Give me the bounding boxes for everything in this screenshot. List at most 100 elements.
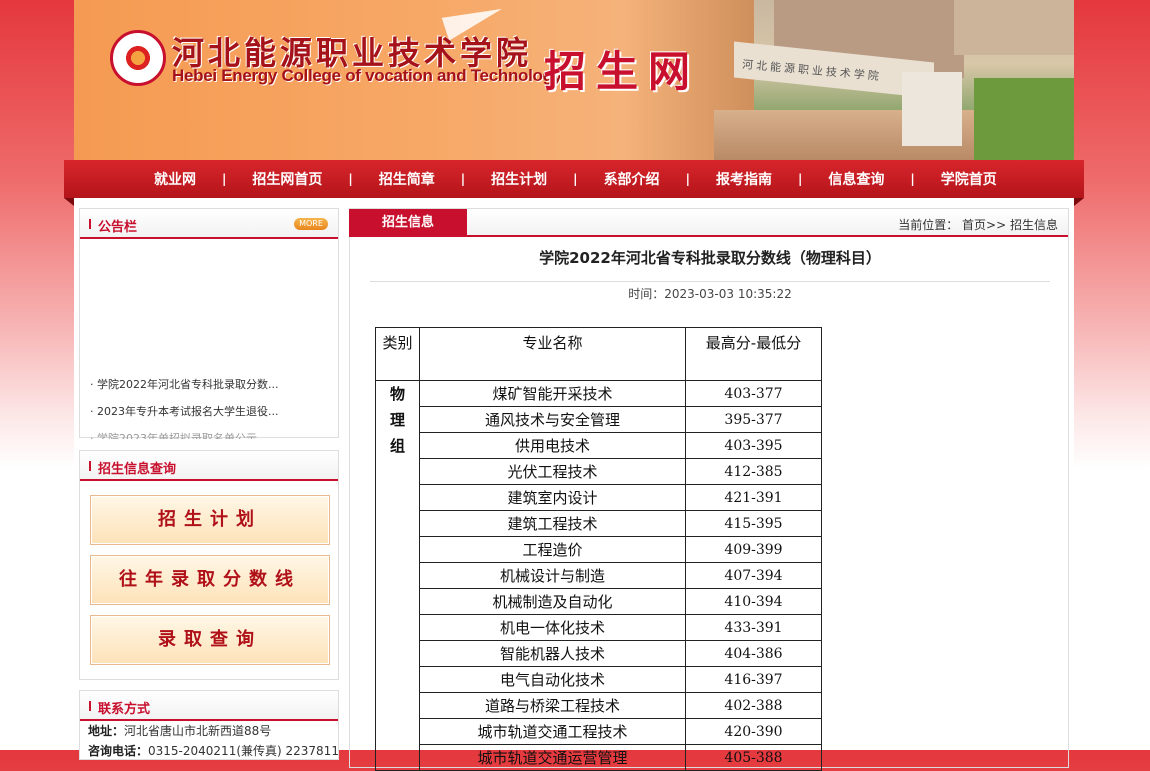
- nav-link[interactable]: 招生计划: [491, 169, 547, 189]
- past-scores-button[interactable]: 往年录取分数线: [90, 555, 330, 605]
- article-title: 学院2022年河北省专科批录取分数线（物理科目）: [539, 249, 881, 267]
- category-char: 物: [389, 385, 405, 403]
- major-cell: 机电一体化技术: [419, 614, 686, 641]
- page: 河北能源职业技术学院 河北能源职业技术学院 Hebei Energy Colle…: [64, 0, 1084, 771]
- notice-header: 公告栏 MORE: [80, 209, 338, 239]
- more-button[interactable]: MORE: [294, 218, 328, 230]
- score-cell: 415-395: [685, 510, 822, 537]
- enrollment-plan-button[interactable]: 招生计划: [90, 495, 330, 545]
- query-header: 招生信息查询: [80, 451, 338, 481]
- query-title: 招生信息查询: [98, 462, 177, 477]
- major-cell: 建筑工程技术: [419, 510, 686, 537]
- table-row: 智能机器人技术 404-386: [376, 640, 822, 667]
- phone-label: 咨询电话：: [88, 744, 149, 758]
- header-major: 专业名称: [419, 327, 686, 381]
- admission-lookup-button[interactable]: 录取查询: [90, 615, 330, 665]
- header-score: 最高分-最低分: [685, 327, 822, 381]
- table-row: 通风技术与安全管理 395-377: [376, 406, 822, 433]
- campus-lawn: [974, 78, 1074, 160]
- major-cell: 供用电技术: [419, 432, 686, 459]
- major-cell: 城市轨道交通运营管理: [419, 744, 686, 771]
- nav-link[interactable]: 招生简章: [379, 169, 435, 189]
- notice-item[interactable]: · 2023年专升本考试报名大学生退役...: [90, 404, 330, 431]
- school-logo-icon[interactable]: [110, 30, 166, 86]
- score-cell: 403-395: [685, 432, 822, 459]
- score-cell: 405-388: [685, 744, 822, 771]
- header-marker: [89, 701, 91, 711]
- notice-title: 公告栏: [98, 220, 138, 235]
- major-cell: 煤矿智能开采技术: [419, 380, 686, 407]
- nav-list: 就业网 | 招生网首页 | 招生简章 | 招生计划 | 系部介绍 | 报考指南 | 信息查询 | 学院首页: [154, 160, 997, 198]
- breadcrumb: 当前位置： 首页>> 招生信息: [898, 216, 1058, 233]
- category-char: 理: [389, 411, 405, 429]
- admission-query-box: 招生信息查询 招生计划 往年录取分数线 录取查询: [79, 450, 339, 680]
- table-row: 光伏工程技术 412-385: [376, 458, 822, 485]
- breadcrumb-current-link[interactable]: 招生信息: [1010, 218, 1058, 232]
- gate-pillar: [902, 72, 962, 146]
- nav-fold-right: [1074, 198, 1084, 206]
- score-cell: 412-385: [685, 458, 822, 485]
- nav-item: 招生网首页 |: [252, 169, 378, 189]
- campus-building-2: [954, 0, 1074, 55]
- nav-separator: |: [910, 172, 915, 186]
- nav-link[interactable]: 学院首页: [941, 169, 997, 189]
- nav-item: 报考指南 |: [716, 169, 828, 189]
- header-banner: 河北能源职业技术学院 河北能源职业技术学院 Hebei Energy Colle…: [74, 0, 1074, 160]
- breadcrumb-prefix: 当前位置：: [898, 218, 959, 232]
- score-cell: 409-399: [685, 536, 822, 563]
- score-cell: 420-390: [685, 718, 822, 745]
- article-time: 时间：2023-03-03 10:35:22: [628, 287, 792, 301]
- table-row: 机电一体化技术 433-391: [376, 614, 822, 641]
- major-cell: 建筑室内设计: [419, 484, 686, 511]
- address-label: 地址：: [88, 724, 125, 738]
- table-row: 工程造价 409-399: [376, 536, 822, 563]
- tab-admission-info[interactable]: 招生信息: [349, 209, 467, 237]
- table-header-row: 类别 专业名称 最高分-最低分: [375, 327, 822, 381]
- address-value: 河北省唐山市北新西道88号: [124, 724, 272, 738]
- score-cell: 421-391: [685, 484, 822, 511]
- nav-separator: |: [348, 172, 353, 186]
- major-cell: 光伏工程技术: [419, 458, 686, 485]
- nav-item: 招生计划 |: [491, 169, 603, 189]
- nav-item: 系部介绍 |: [604, 169, 716, 189]
- table-row: 道路与桥梁工程技术 402-388: [376, 692, 822, 719]
- nav-separator: |: [460, 172, 466, 186]
- category-cell: 物理组: [375, 380, 420, 771]
- title-divider: [370, 281, 1050, 282]
- nav-separator: |: [222, 172, 227, 186]
- nav-item: 就业网 |: [154, 169, 252, 189]
- notice-item[interactable]: · 学院2023年单招拟录取名单公示...: [90, 431, 330, 439]
- header-marker: [89, 219, 91, 229]
- score-cell: 402-388: [685, 692, 822, 719]
- breadcrumb-home-link[interactable]: 首页>>: [962, 218, 1006, 232]
- major-cell: 电气自动化技术: [419, 666, 686, 693]
- nav-link[interactable]: 系部介绍: [604, 169, 660, 189]
- header-marker: [89, 461, 91, 471]
- main-header: 招生信息 当前位置： 首页>> 招生信息: [349, 209, 1068, 237]
- score-cell: 433-391: [685, 614, 822, 641]
- main-content: 招生信息 当前位置： 首页>> 招生信息 学院2022年河北省专科批录取分数线（…: [349, 208, 1069, 771]
- nav-link[interactable]: 信息查询: [828, 169, 884, 189]
- table-row: 城市轨道交通运营管理 405-388: [376, 744, 822, 771]
- table-row: 建筑室内设计 421-391: [376, 484, 822, 511]
- table-row: 供用电技术 403-395: [376, 432, 822, 459]
- score-table: 类别 专业名称 最高分-最低分 物理组煤矿智能开采技术 403-377 通风技术与安…: [375, 327, 822, 771]
- nav-link[interactable]: 招生网首页: [252, 169, 322, 189]
- nav-fold-left: [64, 198, 74, 206]
- nav-link[interactable]: 报考指南: [716, 169, 772, 189]
- notice-item[interactable]: · 学院2022年河北省专科批录取分数...: [90, 377, 330, 404]
- table-row: 城市轨道交通工程技术 420-390: [376, 718, 822, 745]
- table-row: 物理组煤矿智能开采技术 403-377: [375, 380, 822, 771]
- score-cell: 404-386: [685, 640, 822, 667]
- major-cell: 道路与桥梁工程技术: [419, 692, 686, 719]
- header-category: 类别: [375, 327, 420, 381]
- nav-link[interactable]: 就业网: [154, 169, 196, 189]
- score-cell: 410-394: [685, 588, 822, 615]
- contact-address: 地址：河北省唐山市北新西道88号: [80, 721, 338, 741]
- category-char: 组: [389, 437, 405, 455]
- score-table-body: 物理组煤矿智能开采技术 403-377 通风技术与安全管理 395-377 供用电技术 4…: [375, 380, 822, 771]
- table-row: 建筑工程技术 415-395: [376, 510, 822, 537]
- major-cell: 机械制造及自动化: [419, 588, 686, 615]
- phone-value: 0315-2040211(兼传真) 2237811: [148, 744, 338, 758]
- nav-item: 学院首页: [941, 169, 997, 189]
